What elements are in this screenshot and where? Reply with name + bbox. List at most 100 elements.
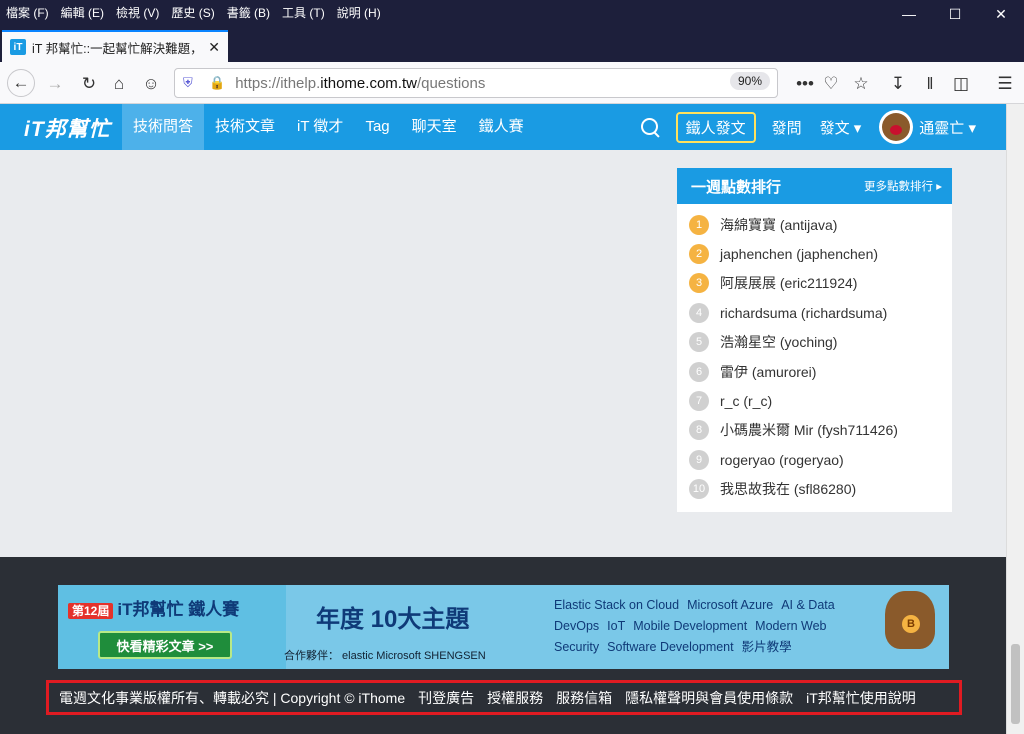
window-controls: — ☐ ✕: [886, 0, 1024, 28]
list-item: 2 japhenchen (japhenchen): [689, 239, 952, 268]
ranking-title: 一週點數排行: [691, 178, 782, 196]
tracking-shield-icon[interactable]: ⛨: [183, 75, 197, 91]
search-icon[interactable]: [640, 117, 660, 137]
site-footer: 第12屆 iT邦幫忙 鐵人賽 快看精彩文章 >> 年度 10大主題 合作夥伴： e…: [0, 557, 1006, 734]
banner-topic: Security: [554, 640, 600, 654]
ranking-user-link[interactable]: japhenchen (japhenchen): [720, 246, 878, 262]
ranking-user-link[interactable]: 阿展展展 (eric211924): [720, 273, 857, 293]
footer-link-service-mail[interactable]: 服務信箱: [556, 688, 612, 708]
forward-arrow-icon[interactable]: →: [42, 71, 68, 97]
list-item: 8 小碼農米爾 Mir (fysh711426): [689, 416, 952, 445]
nav-ironman[interactable]: 鐵人賽: [468, 104, 535, 150]
close-window-button[interactable]: ✕: [978, 0, 1024, 28]
scrollbar-thumb[interactable]: [1011, 644, 1020, 724]
zoom-level-badge[interactable]: 90%: [730, 72, 771, 90]
library-icon[interactable]: ‖: [917, 71, 943, 97]
ranking-header: 一週點數排行 更多點數排行 ▸: [677, 168, 952, 204]
banner-topic: 影片教學: [741, 640, 792, 654]
ranking-user-link[interactable]: 浩瀚星空 (yoching): [720, 332, 837, 352]
banner-topic: Elastic Stack on Cloud: [554, 598, 680, 612]
banner-topic: DevOps: [554, 619, 600, 633]
ranking-user-link[interactable]: 海綿寶寶 (antijava): [720, 215, 837, 235]
ironman-banner[interactable]: 第12屆 iT邦幫忙 鐵人賽 快看精彩文章 >> 年度 10大主題 合作夥伴： e…: [58, 585, 949, 669]
pocket-icon[interactable]: ♡: [818, 71, 844, 97]
nav-qa[interactable]: 技術問答: [122, 104, 205, 150]
menu-history[interactable]: 歷史 (S): [171, 4, 214, 21]
list-item: 6 雷伊 (amurorei): [689, 357, 952, 386]
footer-link-help[interactable]: iT邦幫忙使用說明: [806, 688, 916, 708]
rank-number: 4: [689, 302, 709, 323]
weekly-points-ranking: 一週點數排行 更多點數排行 ▸ 1 海綿寶寶 (antijava) 2 japhen…: [677, 168, 952, 512]
ranking-user-link[interactable]: richardsuma (richardsuma): [720, 305, 887, 321]
nav-articles[interactable]: 技術文章: [204, 104, 286, 150]
menu-help[interactable]: 說明 (H): [337, 4, 381, 21]
ranking-user-link[interactable]: rogeryao (rogeryao): [720, 452, 844, 468]
banner-partners: 合作夥伴： elastic Microsoft SHENGSEN: [284, 650, 486, 662]
ironman-post-button[interactable]: 鐵人發文: [675, 111, 756, 143]
nav-jobs[interactable]: iT 徵才: [286, 104, 354, 150]
rank-number: 5: [689, 332, 709, 353]
footer-link-privacy[interactable]: 隱私權聲明與會員使用條款: [625, 688, 793, 708]
bear-avatar-icon: [882, 113, 911, 141]
avatar[interactable]: [879, 110, 914, 144]
ranking-user-link[interactable]: 小碼農米爾 Mir (fysh711426): [720, 420, 898, 440]
banner-title: 第12屆 iT邦幫忙 鐵人賽: [68, 595, 239, 620]
rank-number: 1: [689, 214, 709, 235]
menu-file[interactable]: 檔案 (F): [6, 4, 49, 21]
hamburger-menu-icon[interactable]: ☰: [992, 71, 1018, 97]
site-header: iT邦幫忙 技術問答 技術文章 iT 徵才 Tag 聊天室 鐵人賽 鐵人發文 發…: [0, 104, 1006, 150]
bookmark-star-icon[interactable]: ☆: [848, 71, 874, 97]
rank-number: 6: [689, 361, 709, 382]
banner-topic: IoT: [607, 619, 626, 633]
user-menu[interactable]: 通靈亡 ▾: [919, 117, 976, 138]
more-ranking-link[interactable]: 更多點數排行 ▸: [864, 178, 942, 194]
footer-link-advertise[interactable]: 刊登廣告: [418, 688, 474, 708]
site-logo[interactable]: iT邦幫忙: [24, 113, 111, 143]
ranking-user-link[interactable]: 雷伊 (amurorei): [720, 362, 816, 382]
maximize-button[interactable]: ☐: [932, 0, 978, 28]
sidebar-icon[interactable]: ◫: [948, 71, 974, 97]
ranking-user-link[interactable]: r_c (r_c): [720, 393, 772, 409]
tab-strip: iT iT 邦幫忙::一起幫忙解決難題， ✕ +: [0, 28, 1024, 83]
navigation-bar: ← → ↻ ⌂ ☺ ⛨ 🔒 https://ithelp.ithome.com.…: [0, 62, 1024, 104]
post-dropdown[interactable]: 發文 ▾: [820, 117, 862, 138]
reload-icon[interactable]: ↻: [76, 71, 102, 97]
minimize-button[interactable]: —: [886, 0, 932, 28]
list-item: 1 海綿寶寶 (antijava): [689, 210, 952, 239]
nav-chatroom[interactable]: 聊天室: [401, 104, 468, 150]
site-favicon-icon: iT: [10, 39, 26, 55]
menubar: 檔案 (F) 編輯 (E) 檢視 (V) 歷史 (S) 書籤 (B) 工具 (T…: [0, 0, 1024, 28]
back-arrow-icon[interactable]: ←: [7, 69, 35, 97]
home-icon[interactable]: ⌂: [106, 71, 132, 97]
ranking-user-link[interactable]: 我思故我在 (sfl86280): [720, 479, 856, 499]
site-nav: 技術問答 技術文章 iT 徵才 Tag 聊天室 鐵人賽: [122, 104, 535, 150]
ask-button[interactable]: 發問: [772, 117, 802, 138]
nav-tag[interactable]: Tag: [354, 104, 400, 150]
menu-bookmarks[interactable]: 書籤 (B): [227, 4, 270, 21]
menu-view[interactable]: 檢視 (V): [116, 4, 159, 21]
read-articles-button[interactable]: 快看精彩文章 >>: [98, 631, 232, 659]
rank-number: 3: [689, 273, 709, 294]
close-tab-icon[interactable]: ✕: [208, 39, 220, 56]
url-bar[interactable]: ⛨ 🔒 https://ithelp.ithome.com.tw/questio…: [174, 68, 778, 98]
lock-icon[interactable]: 🔒: [209, 75, 225, 91]
banner-topic: Microsoft Azure: [687, 598, 774, 612]
menu-tools[interactable]: 工具 (T): [282, 4, 325, 21]
list-item: 9 rogeryao (rogeryao): [689, 445, 952, 474]
rank-number: 8: [689, 420, 709, 441]
footer-link-licensing[interactable]: 授權服務: [487, 688, 543, 708]
browser-tab[interactable]: iT iT 邦幫忙::一起幫忙解決難題， ✕: [2, 30, 228, 62]
list-item: 10 我思故我在 (sfl86280): [689, 475, 952, 504]
account-icon[interactable]: ☺: [138, 71, 164, 97]
downloads-icon[interactable]: ↧: [885, 71, 911, 97]
footer-links: 電週文化事業版權所有、轉載必究 | Copyright © iThome 刊登廣…: [46, 680, 962, 715]
menu-edit[interactable]: 編輯 (E): [61, 4, 104, 21]
list-item: 4 richardsuma (richardsuma): [689, 298, 952, 327]
page-scrollbar[interactable]: [1006, 104, 1024, 734]
tab-title: iT 邦幫忙::一起幫忙解決難題，: [32, 41, 203, 56]
copyright-text: 電週文化事業版權所有、轉載必究 | Copyright © iThome: [59, 689, 406, 706]
url-text: https://ithelp.ithome.com.tw/questions: [235, 74, 486, 92]
list-item: 7 r_c (r_c): [689, 386, 952, 415]
more-actions-icon[interactable]: •••: [792, 71, 818, 97]
header-actions: 鐵人發文 發問 發文 ▾ 通靈亡 ▾: [640, 104, 1006, 150]
